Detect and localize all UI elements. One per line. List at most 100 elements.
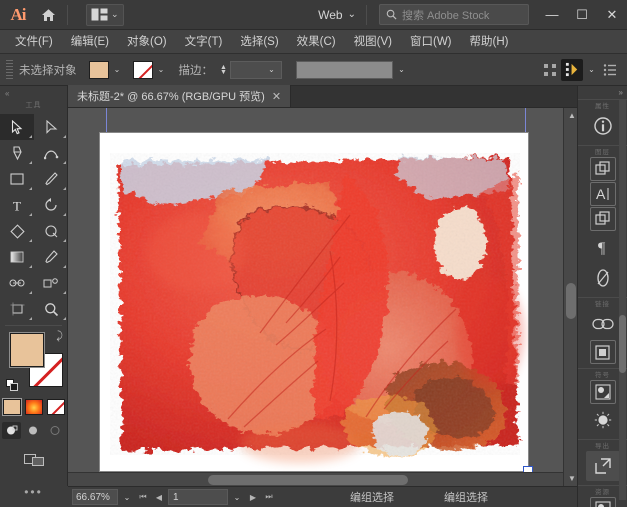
assets-panel-icon[interactable]	[590, 497, 616, 507]
graphic-style-chevron-down-icon[interactable]: ⌄	[394, 61, 409, 79]
red-autumn-leaves-watercolor-artwork[interactable]	[100, 133, 528, 471]
dock-collapse-button[interactable]: »	[578, 86, 627, 99]
layers-panel-icon[interactable]	[590, 157, 616, 181]
document-tab[interactable]: 未标题-2* @ 66.67% (RGB/GPU 预览) ✕	[68, 85, 291, 107]
canvas-area[interactable]	[68, 108, 563, 486]
rectangle-tool[interactable]	[0, 166, 34, 192]
next-artboard-button[interactable]: ▶	[246, 489, 260, 505]
draw-behind-button[interactable]	[24, 422, 43, 439]
draw-normal-icon	[6, 425, 18, 436]
draw-normal-button[interactable]	[2, 422, 21, 439]
artboard-tool[interactable]	[0, 296, 34, 322]
scroll-up-icon[interactable]: ▲	[568, 111, 576, 120]
info-panel-icon[interactable]	[586, 111, 620, 141]
graphic-style-swatch[interactable]	[296, 61, 393, 79]
curvature-tool[interactable]	[34, 140, 68, 166]
menu-window[interactable]: 窗口(W)	[401, 30, 461, 54]
tools-panel-header[interactable]: «	[0, 86, 67, 100]
control-bar-grip[interactable]	[6, 60, 13, 80]
horizontal-scrollbar-thumb[interactable]	[208, 475, 408, 485]
direct-selection-tool[interactable]	[34, 114, 68, 140]
opacity-panel-icon[interactable]	[586, 263, 620, 293]
menu-edit[interactable]: 编辑(E)	[62, 30, 118, 54]
swap-fill-stroke-icon[interactable]: ⤸	[56, 330, 63, 343]
blend-tool[interactable]	[0, 270, 34, 296]
artboards-panel-icon[interactable]	[590, 340, 616, 364]
home-icon[interactable]	[33, 1, 63, 29]
menu-file[interactable]: 文件(F)	[6, 30, 62, 54]
document-setup-icon[interactable]	[599, 59, 621, 81]
type-tool[interactable]: T	[0, 192, 34, 218]
artboard-chevron-down-icon[interactable]: ⌄	[230, 489, 244, 505]
toolbar-fill-swatch[interactable]	[10, 333, 44, 367]
character-panel-icon[interactable]: A	[590, 182, 616, 206]
gradient-tool[interactable]	[0, 244, 34, 270]
search-input[interactable]: 搜索 Adobe Stock	[379, 4, 529, 25]
links-panel-icon[interactable]	[586, 309, 620, 339]
symbol-sprayer-tool[interactable]	[34, 270, 68, 296]
zoom-level-input[interactable]: 66.67%	[72, 489, 118, 505]
stroke-weight-stepper[interactable]: ▲ ▼	[217, 61, 230, 79]
scale-tool[interactable]	[34, 218, 68, 244]
draw-inside-button[interactable]	[46, 422, 65, 439]
paragraph-panel-icon[interactable]: ¶	[586, 232, 620, 262]
workspace-switcher[interactable]: Web ⌄	[312, 4, 362, 26]
brushes-panel-icon[interactable]	[586, 405, 620, 435]
maximize-button[interactable]: ☐	[567, 0, 597, 30]
collapse-panel-icon[interactable]: «	[5, 90, 14, 97]
menu-select[interactable]: 选择(S)	[231, 30, 287, 54]
horizontal-scrollbar[interactable]	[68, 472, 563, 486]
transform-glyph	[565, 62, 580, 77]
zoom-chevron-down-icon[interactable]: ⌄	[120, 489, 134, 505]
stroke-swatch[interactable]	[133, 61, 153, 79]
vertical-scrollbar-thumb[interactable]	[566, 283, 576, 319]
stroke-weight-chevron-down-icon[interactable]: ⌄	[264, 61, 279, 79]
dock-scrollbar-thumb[interactable]	[619, 315, 626, 373]
stroke-chevron-down-icon[interactable]: ⌄	[154, 61, 169, 79]
fill-chevron-down-icon[interactable]: ⌄	[110, 61, 125, 79]
previous-artboard-button[interactable]: ◀	[152, 489, 166, 505]
last-artboard-button[interactable]: ⏭	[262, 489, 276, 505]
arrange-documents-button[interactable]: ⌄	[86, 4, 124, 26]
brushes-glyph	[594, 411, 612, 429]
pen-tool[interactable]	[0, 140, 34, 166]
gradient-button[interactable]	[25, 399, 43, 415]
artboard-number-input[interactable]: 1	[168, 489, 228, 505]
paintbrush-tool[interactable]	[34, 166, 68, 192]
dock-scrollbar[interactable]	[619, 100, 626, 500]
symbols-panel-icon[interactable]	[590, 380, 616, 404]
libraries-panel-icon[interactable]	[590, 207, 616, 231]
scroll-down-icon[interactable]: ▼	[568, 474, 576, 483]
export-panel-icon[interactable]	[586, 451, 620, 481]
menu-type[interactable]: 文字(T)	[176, 30, 232, 54]
menu-help[interactable]: 帮助(H)	[461, 30, 518, 54]
minimize-button[interactable]: —	[537, 0, 567, 30]
artboard[interactable]	[100, 133, 528, 471]
eyedropper-tool[interactable]	[34, 244, 68, 270]
transform-icon[interactable]	[561, 59, 583, 81]
stroke-weight-input[interactable]: ⌄	[230, 61, 282, 79]
first-artboard-button[interactable]: ⏮	[136, 489, 150, 505]
change-screen-mode-button[interactable]	[21, 449, 47, 469]
menu-view[interactable]: 视图(V)	[345, 30, 401, 54]
vertical-scrollbar[interactable]: ▲ ▼	[563, 108, 577, 486]
color-button[interactable]	[3, 399, 21, 415]
fill-control[interactable]: ⌄	[89, 61, 125, 79]
menu-effect[interactable]: 效果(C)	[288, 30, 345, 54]
close-button[interactable]: ✕	[597, 0, 627, 30]
status-tool-label-secondary[interactable]: 编组选择	[444, 489, 488, 505]
none-button[interactable]	[47, 399, 65, 415]
edit-toolbar-button[interactable]: •••	[0, 485, 67, 499]
selection-tool[interactable]	[0, 114, 34, 140]
status-tool-label[interactable]: 编组选择	[350, 489, 394, 505]
stroke-control[interactable]: ⌄	[133, 61, 169, 79]
zoom-tool[interactable]	[34, 296, 68, 322]
transform-chevron-down-icon[interactable]: ⌄	[584, 61, 599, 79]
fill-swatch[interactable]	[89, 61, 109, 79]
default-fill-stroke-icon[interactable]	[6, 379, 19, 392]
menu-object[interactable]: 对象(O)	[118, 30, 176, 54]
align-icon[interactable]	[539, 59, 561, 81]
shaper-tool[interactable]	[0, 218, 34, 244]
rotate-tool[interactable]	[34, 192, 68, 218]
close-icon[interactable]: ✕	[272, 90, 281, 103]
